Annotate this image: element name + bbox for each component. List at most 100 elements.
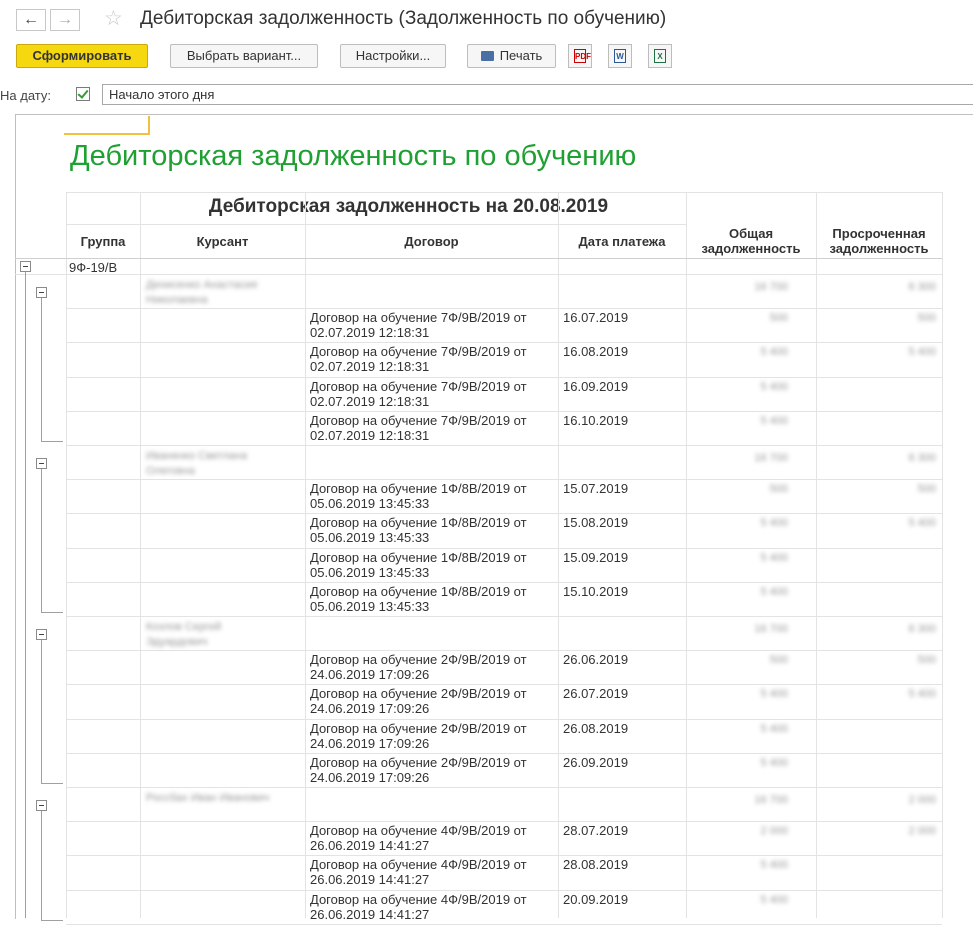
tree-line bbox=[41, 441, 63, 442]
total-cell: 5 400 bbox=[760, 381, 788, 393]
overdue-cell: 5 400 bbox=[908, 346, 936, 358]
contract-date-cell: 02.07.2019 12:18:31 bbox=[310, 359, 430, 374]
grid-line bbox=[66, 479, 942, 480]
save-word-button[interactable]: W bbox=[608, 44, 632, 68]
forward-button[interactable]: → bbox=[50, 9, 80, 31]
pay-date-cell: 26.09.2019 bbox=[563, 755, 629, 770]
pay-date-cell: 16.07.2019 bbox=[563, 310, 629, 325]
tree-line bbox=[41, 298, 42, 441]
contract-cell: Договор на обучение 4Ф/9В/2019 от bbox=[310, 892, 527, 907]
collapse-student-icon[interactable] bbox=[36, 800, 47, 811]
printer-icon bbox=[480, 51, 494, 61]
tree-line bbox=[25, 272, 26, 918]
student-total: 16 700 bbox=[754, 794, 788, 806]
date-checkbox[interactable] bbox=[76, 87, 90, 101]
report-subtitle: Дебиторская задолженность на 20.08.2019 bbox=[208, 196, 609, 217]
contract-date-cell: 05.06.2019 13:45:33 bbox=[310, 599, 430, 614]
overdue-cell: 5 400 bbox=[908, 688, 936, 700]
student-total: 16 700 bbox=[754, 452, 788, 464]
contract-date-cell: 02.07.2019 12:18:31 bbox=[310, 428, 430, 443]
select-variant-button[interactable]: Выбрать вариант... bbox=[170, 44, 318, 68]
contract-cell: Договор на обучение 2Ф/9В/2019 от bbox=[310, 686, 527, 701]
contract-date-cell: 05.06.2019 13:45:33 bbox=[310, 496, 430, 511]
tree-line bbox=[41, 469, 42, 612]
active-cell-marker bbox=[64, 116, 150, 135]
grid-line bbox=[66, 445, 942, 446]
student-name-2: Николаевна bbox=[146, 294, 208, 306]
total-cell: 5 400 bbox=[760, 894, 788, 906]
total-cell: 5 400 bbox=[760, 723, 788, 735]
arrow-right-icon: → bbox=[57, 11, 73, 28]
student-overdue: 2 000 bbox=[908, 794, 936, 806]
overdue-cell: 500 bbox=[917, 312, 936, 324]
contract-cell: Договор на обучение 2Ф/9В/2019 от bbox=[310, 755, 527, 770]
contract-date-cell: 24.06.2019 17:09:26 bbox=[310, 667, 430, 682]
contract-date-cell: 26.06.2019 14:41:27 bbox=[310, 838, 430, 853]
collapse-student-icon[interactable] bbox=[36, 629, 47, 640]
student-name: Россбах Иван Иванович bbox=[146, 792, 270, 804]
collapse-student-icon[interactable] bbox=[36, 287, 47, 298]
group-name: 9Ф-19/В bbox=[69, 260, 118, 275]
generate-button[interactable]: Сформировать bbox=[16, 44, 148, 68]
report-title: Дебиторская задолженность по обучению bbox=[70, 140, 637, 172]
contract-date-cell: 24.06.2019 17:09:26 bbox=[310, 736, 430, 751]
overdue-cell: 2 000 bbox=[908, 825, 936, 837]
save-excel-button[interactable]: X bbox=[648, 44, 672, 68]
total-cell: 5 400 bbox=[760, 757, 788, 769]
date-field[interactable]: Начало этого дня bbox=[102, 84, 973, 105]
grid-line bbox=[686, 192, 687, 918]
total-cell: 2 000 bbox=[760, 825, 788, 837]
contract-cell: Договор на обучение 1Ф/8В/2019 от bbox=[310, 481, 527, 496]
grid-line bbox=[66, 855, 942, 856]
collapse-group-icon[interactable] bbox=[20, 261, 31, 272]
col-header-student: Курсант bbox=[196, 233, 249, 249]
favorite-star-icon[interactable]: ☆ bbox=[104, 6, 123, 31]
grid-line bbox=[66, 377, 942, 378]
grid-line bbox=[305, 192, 306, 918]
col-header-contract: Договор bbox=[404, 233, 459, 249]
student-overdue: 6 300 bbox=[908, 281, 936, 293]
pay-date-cell: 26.07.2019 bbox=[563, 686, 629, 701]
total-cell: 5 400 bbox=[760, 346, 788, 358]
total-cell: 5 400 bbox=[760, 552, 788, 564]
grid-line bbox=[66, 192, 942, 193]
back-button[interactable]: ← bbox=[16, 9, 46, 31]
grid-line bbox=[66, 224, 686, 225]
total-cell: 5 400 bbox=[760, 517, 788, 529]
student-overdue: 6 300 bbox=[908, 623, 936, 635]
contract-date-cell: 05.06.2019 13:45:33 bbox=[310, 530, 430, 545]
tree-line bbox=[41, 811, 42, 920]
col-header-overdue: Просроченная задолженность bbox=[829, 226, 929, 256]
pay-date-cell: 16.10.2019 bbox=[563, 413, 629, 428]
arrow-left-icon: ← bbox=[23, 11, 39, 28]
overdue-cell: 500 bbox=[917, 483, 936, 495]
contract-cell: Договор на обучение 7Ф/9В/2019 от bbox=[310, 379, 527, 394]
pay-date-cell: 26.06.2019 bbox=[563, 652, 629, 667]
grid-line bbox=[66, 548, 942, 549]
student-name: Иваненко Светлана bbox=[146, 450, 248, 462]
student-total: 16 700 bbox=[754, 623, 788, 635]
contract-cell: Договор на обучение 7Ф/9В/2019 от bbox=[310, 310, 527, 325]
pay-date-cell: 28.07.2019 bbox=[563, 823, 629, 838]
contract-cell: Договор на обучение 7Ф/9В/2019 от bbox=[310, 344, 527, 359]
total-cell: 5 400 bbox=[760, 859, 788, 871]
grid-line bbox=[816, 192, 817, 918]
grid-line bbox=[66, 513, 942, 514]
pay-date-cell: 26.08.2019 bbox=[563, 721, 629, 736]
tree-line bbox=[41, 920, 63, 921]
student-name: Козлов Сергей bbox=[146, 621, 222, 633]
save-pdf-button[interactable]: PDF bbox=[568, 44, 592, 68]
grid-line bbox=[942, 192, 943, 918]
contract-cell: Договор на обучение 4Ф/9В/2019 от bbox=[310, 823, 527, 838]
grid-line bbox=[140, 192, 141, 918]
overdue-cell: 5 400 bbox=[908, 517, 936, 529]
grid-line bbox=[66, 308, 942, 309]
collapse-student-icon[interactable] bbox=[36, 458, 47, 469]
grid-line bbox=[66, 821, 942, 822]
contract-cell: Договор на обучение 2Ф/9В/2019 от bbox=[310, 721, 527, 736]
contract-date-cell: 26.06.2019 14:41:27 bbox=[310, 872, 430, 887]
print-button[interactable]: Печать bbox=[467, 44, 556, 68]
settings-button[interactable]: Настройки... bbox=[340, 44, 446, 68]
col-header-pay-date: Дата платежа bbox=[578, 233, 666, 249]
grid-line bbox=[66, 890, 942, 891]
